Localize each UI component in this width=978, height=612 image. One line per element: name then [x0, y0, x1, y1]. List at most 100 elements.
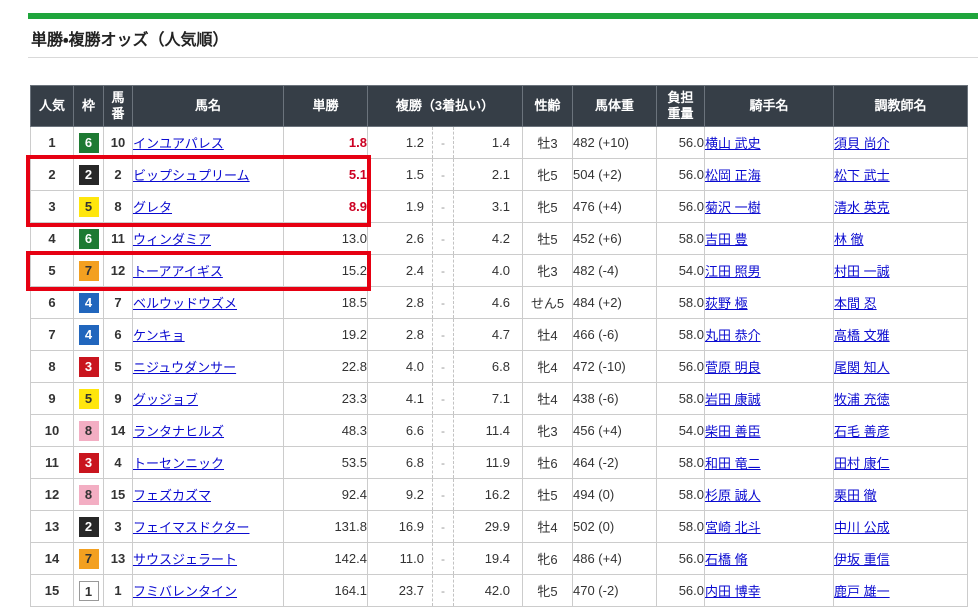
load-weight-cell: 56.0 — [657, 543, 705, 575]
place-odds-high: 11.9 — [454, 455, 522, 470]
horse-name-cell: ベルウッドウズメ — [133, 287, 284, 319]
horse-name-link[interactable]: ケンキョ — [133, 328, 185, 343]
horse-name-link[interactable]: サウスジェラート — [133, 552, 237, 567]
win-odds-cell: 48.3 — [284, 415, 368, 447]
horse-name-cell: フェズカズマ — [133, 479, 284, 511]
trainer-link[interactable]: 栗田 徹 — [834, 488, 877, 503]
win-odds-value: 13.0 — [342, 231, 367, 246]
horse-name-cell: グレタ — [133, 191, 284, 223]
win-odds-value: 92.4 — [342, 487, 367, 502]
weight-cell: 476 (+4) — [573, 191, 657, 223]
horse-name-link[interactable]: トーアアイギス — [133, 264, 223, 279]
trainer-link[interactable]: 中川 公成 — [834, 520, 890, 535]
frame-badge: 6 — [79, 229, 99, 249]
jockey-link[interactable]: 石橋 脩 — [705, 552, 748, 567]
trainer-link[interactable]: 石毛 善彦 — [834, 424, 890, 439]
horse-name-link[interactable]: フェズカズマ — [133, 488, 211, 503]
place-odds-low: 1.2 — [368, 135, 432, 150]
jockey-link[interactable]: 江田 照男 — [705, 264, 761, 279]
frame-badge: 3 — [79, 453, 99, 473]
place-odds-low: 1.5 — [368, 167, 432, 182]
frame-cell: 3 — [74, 351, 104, 383]
win-odds-value: 53.5 — [342, 455, 367, 470]
jockey-cell: 菊沢 一樹 — [705, 191, 834, 223]
horse-name-link[interactable]: グッジョブ — [133, 392, 198, 407]
header-load: 負担 重量 — [657, 86, 705, 127]
jockey-link[interactable]: 柴田 善臣 — [705, 424, 761, 439]
win-odds-cell: 19.2 — [284, 319, 368, 351]
place-odds-low: 11.0 — [368, 551, 432, 566]
place-odds-cell: 6.8 - 11.9 — [368, 447, 523, 479]
jockey-link[interactable]: 荻野 極 — [705, 296, 748, 311]
horse-name-link[interactable]: ベルウッドウズメ — [133, 296, 237, 311]
place-odds-cell: 1.2 - 1.4 — [368, 127, 523, 159]
horse-name-link[interactable]: フミバレンタイン — [133, 584, 237, 599]
horse-name-link[interactable]: インユアパレス — [133, 136, 224, 151]
win-odds-value: 5.1 — [349, 167, 367, 182]
place-odds-separator: - — [432, 511, 454, 542]
jockey-cell: 内田 博幸 — [705, 575, 834, 607]
horse-number-cell: 11 — [104, 223, 133, 255]
rank-cell: 3 — [31, 191, 74, 223]
jockey-cell: 杉原 誠人 — [705, 479, 834, 511]
horse-name-link[interactable]: ニジュウダンサー — [133, 360, 236, 375]
jockey-link[interactable]: 丸田 恭介 — [705, 328, 761, 343]
weight-cell: 502 (0) — [573, 511, 657, 543]
jockey-link[interactable]: 菊沢 一樹 — [705, 200, 761, 215]
place-odds-high: 7.1 — [454, 391, 522, 406]
trainer-link[interactable]: 清水 英克 — [834, 200, 890, 215]
trainer-link[interactable]: 牧浦 充徳 — [834, 392, 890, 407]
place-odds-high: 16.2 — [454, 487, 522, 502]
trainer-link[interactable]: 鹿戸 雄一 — [834, 584, 890, 599]
frame-badge: 5 — [79, 197, 99, 217]
jockey-cell: 岩田 康誠 — [705, 383, 834, 415]
trainer-link[interactable]: 林 徹 — [834, 232, 864, 247]
place-odds-high: 29.9 — [454, 519, 522, 534]
jockey-cell: 松岡 正海 — [705, 159, 834, 191]
trainer-link[interactable]: 村田 一誠 — [834, 264, 890, 279]
win-odds-cell: 18.5 — [284, 287, 368, 319]
jockey-link[interactable]: 横山 武史 — [705, 136, 761, 151]
place-odds-high: 3.1 — [454, 199, 522, 214]
jockey-link[interactable]: 岩田 康誠 — [705, 392, 761, 407]
horse-name-cell: ケンキョ — [133, 319, 284, 351]
frame-cell: 7 — [74, 255, 104, 287]
horse-name-link[interactable]: ウィンダミア — [133, 232, 211, 247]
win-odds-cell: 13.0 — [284, 223, 368, 255]
trainer-link[interactable]: 松下 武士 — [834, 168, 890, 183]
win-odds-value: 1.8 — [349, 135, 367, 150]
win-odds-value: 164.1 — [334, 583, 367, 598]
title-divider — [28, 57, 978, 58]
horse-name-link[interactable]: グレタ — [133, 200, 172, 215]
horse-name-link[interactable]: フェイマスドクター — [133, 520, 249, 535]
jockey-link[interactable]: 和田 竜二 — [705, 456, 761, 471]
trainer-link[interactable]: 田村 康仁 — [834, 456, 890, 471]
header-jockey: 騎手名 — [705, 86, 834, 127]
jockey-link[interactable]: 松岡 正海 — [705, 168, 761, 183]
sex-age-cell: 牡4 — [523, 383, 573, 415]
horse-name-link[interactable]: トーセンニック — [133, 456, 224, 471]
rank-cell: 11 — [31, 447, 74, 479]
jockey-link[interactable]: 菅原 明良 — [705, 360, 761, 375]
place-odds-cell: 1.5 - 2.1 — [368, 159, 523, 191]
jockey-link[interactable]: 吉田 豊 — [705, 232, 748, 247]
place-odds-separator: - — [432, 287, 454, 318]
place-odds-cell: 2.8 - 4.6 — [368, 287, 523, 319]
sex-age-cell: 牝3 — [523, 415, 573, 447]
horse-name-link[interactable]: ビップシュプリーム — [133, 168, 250, 183]
trainer-link[interactable]: 高橋 文雅 — [834, 328, 890, 343]
jockey-link[interactable]: 内田 博幸 — [705, 584, 761, 599]
trainer-link[interactable]: 尾関 知人 — [834, 360, 890, 375]
place-odds-separator: - — [432, 479, 454, 510]
win-odds-cell: 142.4 — [284, 543, 368, 575]
trainer-link[interactable]: 須貝 尚介 — [834, 136, 890, 151]
trainer-link[interactable]: 伊坂 重信 — [834, 552, 890, 567]
win-odds-cell: 5.1 — [284, 159, 368, 191]
jockey-link[interactable]: 宮崎 北斗 — [705, 520, 761, 535]
weight-cell: 486 (+4) — [573, 543, 657, 575]
horse-name-link[interactable]: ランタナヒルズ — [133, 424, 224, 439]
jockey-link[interactable]: 杉原 誠人 — [705, 488, 761, 503]
trainer-link[interactable]: 本間 忍 — [834, 296, 877, 311]
horse-number-cell: 2 — [104, 159, 133, 191]
rank-cell: 8 — [31, 351, 74, 383]
